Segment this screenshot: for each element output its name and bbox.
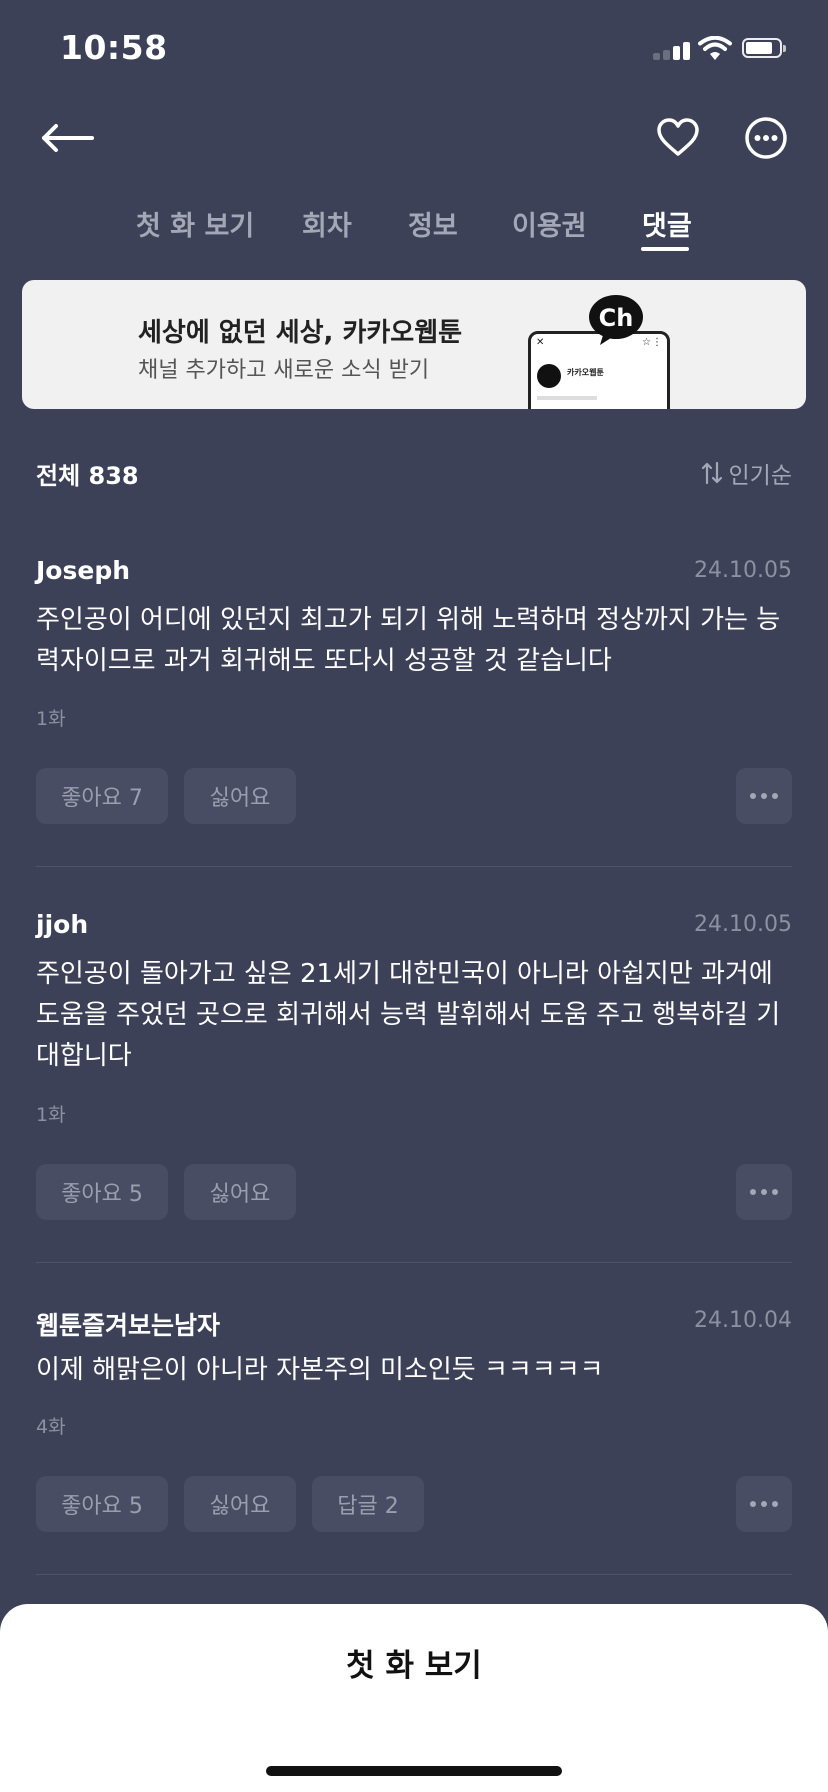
sort-button[interactable]: 인기순 <box>701 456 792 490</box>
comment-actions: 좋아요 7 싫어요 <box>36 768 792 824</box>
divider <box>36 1574 792 1575</box>
battery-icon <box>742 38 786 60</box>
banner-title: 세상에 없던 세상, 카카오웹툰 <box>138 318 463 348</box>
divider <box>36 1262 792 1263</box>
dislike-button[interactable]: 싫어요 <box>184 1164 296 1220</box>
status-bar: 10:58 <box>0 0 828 100</box>
dislike-button[interactable]: 싫어요 <box>184 768 296 824</box>
comment-actions: 좋아요 5 싫어요 답글 2 <box>36 1476 792 1532</box>
comment-date: 24.10.05 <box>694 912 792 937</box>
comment-more-button[interactable] <box>736 1476 792 1532</box>
comment-actions: 좋아요 5 싫어요 <box>36 1164 792 1220</box>
comment-item: 웹툰즐겨보는남자 24.10.04 이제 해맑은이 아니라 자본주의 미소인듯 … <box>36 1306 792 1536</box>
comment-episode[interactable]: 1화 <box>36 704 66 731</box>
divider <box>36 866 792 867</box>
tab-bar: 첫 화 보기 회차 정보 이용권 댓글 <box>0 200 828 260</box>
back-button[interactable] <box>40 122 100 162</box>
like-button[interactable]: 좋아요 5 <box>36 1476 168 1532</box>
tab-episodes[interactable]: 회차 <box>302 204 352 243</box>
reply-button[interactable]: 답글 2 <box>312 1476 424 1532</box>
bottom-sheet: 첫 화 보기 <box>0 1604 828 1792</box>
wifi-icon <box>698 36 732 60</box>
arrow-left-icon <box>42 124 94 152</box>
sort-icon <box>701 461 722 485</box>
comment-body: 주인공이 어디에 있던지 최고가 되기 위해 노력하며 정상까지 가는 능력자이… <box>36 605 781 676</box>
comment-body: 이제 해맑은이 아니라 자본주의 미소인듯 ㅋㅋㅋㅋㅋ <box>36 1355 604 1385</box>
tab-tickets[interactable]: 이용권 <box>512 204 587 243</box>
like-button[interactable]: 좋아요 5 <box>36 1164 168 1220</box>
comment-author[interactable]: Joseph <box>36 556 130 585</box>
comment-date: 24.10.04 <box>694 1308 792 1333</box>
more-options-button[interactable] <box>744 116 792 164</box>
sort-label: 인기순 <box>728 463 792 489</box>
kakao-channel-icon: Ch <box>589 295 643 345</box>
comment-more-button[interactable] <box>736 768 792 824</box>
view-first-episode-button[interactable]: 첫 화 보기 <box>0 1640 828 1685</box>
comment-episode[interactable]: 4화 <box>36 1412 66 1439</box>
tab-info[interactable]: 정보 <box>408 204 458 243</box>
heart-icon <box>657 118 699 156</box>
like-button[interactable]: 좋아요 7 <box>36 768 168 824</box>
comment-list-header: 전체 838 인기순 <box>36 452 792 492</box>
comment-item: Joseph 24.10.05 주인공이 어디에 있던지 최고가 되기 위해 노… <box>36 556 792 826</box>
like-webtoon-button[interactable] <box>656 116 704 164</box>
kakao-channel-banner[interactable]: 세상에 없던 세상, 카카오웹툰 채널 추가하고 새로운 소식 받기 ✕ ☆ ⋮… <box>22 280 806 409</box>
comment-more-button[interactable] <box>736 1164 792 1220</box>
tab-first-episode[interactable]: 첫 화 보기 <box>136 204 254 243</box>
cellular-signal-icon <box>653 42 691 60</box>
comment-body: 주인공이 돌아가고 싶은 21세기 대한민국이 아니라 아쉽지만 과거에 도움을… <box>36 959 781 1071</box>
banner-subtitle: 채널 추가하고 새로운 소식 받기 <box>138 358 430 383</box>
tab-comments[interactable]: 댓글 <box>642 204 692 243</box>
dislike-button[interactable]: 싫어요 <box>184 1476 296 1532</box>
comment-author[interactable]: 웹툰즐겨보는남자 <box>36 1306 220 1342</box>
comment-episode[interactable]: 1화 <box>36 1100 66 1127</box>
comment-item: jjoh 24.10.05 주인공이 돌아가고 싶은 21세기 대한민국이 아니… <box>36 910 792 1220</box>
more-circle-icon <box>745 117 787 159</box>
phone-channel-name: 카카오웹툰 <box>567 368 604 377</box>
home-indicator[interactable] <box>266 1766 562 1776</box>
channel-badge-text: Ch <box>599 304 634 332</box>
status-time: 10:58 <box>60 28 168 67</box>
comment-author[interactable]: jjoh <box>36 910 88 939</box>
active-tab-indicator <box>641 247 689 251</box>
comment-date: 24.10.05 <box>694 558 792 583</box>
comment-total: 전체 838 <box>36 462 139 490</box>
